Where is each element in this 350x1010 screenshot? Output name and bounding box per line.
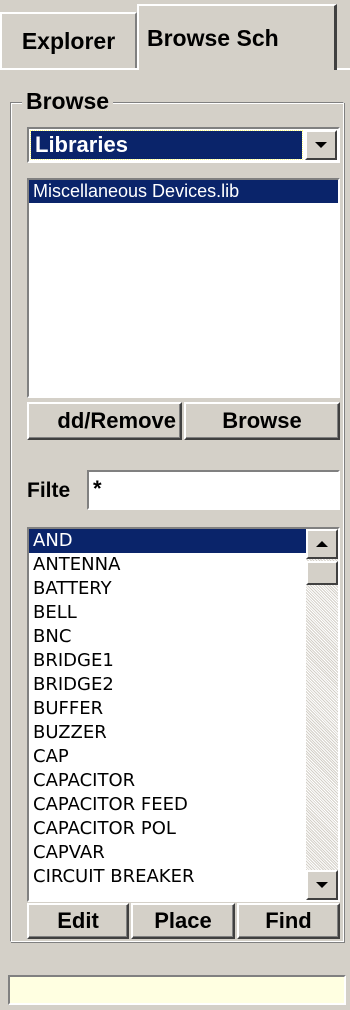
- tab-divider-right: [337, 68, 350, 70]
- place-button-label: Place: [154, 908, 212, 933]
- list-item[interactable]: BELL: [29, 601, 306, 625]
- status-bar: [8, 975, 346, 1005]
- place-button[interactable]: Place: [131, 903, 235, 939]
- library-list[interactable]: Miscellaneous Devices.lib: [27, 178, 340, 398]
- arrow-down-icon: [316, 882, 328, 888]
- library-list-item[interactable]: Miscellaneous Devices.lib: [29, 180, 338, 203]
- tab-browse-sch[interactable]: Browse Sch: [137, 4, 337, 70]
- browse-group-label: Browse: [22, 86, 114, 116]
- component-list-scrollbar[interactable]: [306, 529, 338, 900]
- list-item[interactable]: BRIDGE2: [29, 673, 306, 697]
- browse-type-value[interactable]: Libraries: [30, 130, 303, 160]
- tab-divider: [0, 68, 137, 70]
- scroll-up-button[interactable]: [306, 529, 338, 559]
- list-item[interactable]: ANTENNA: [29, 553, 306, 577]
- list-item[interactable]: AND: [29, 529, 306, 553]
- list-item[interactable]: BRIDGE1: [29, 649, 306, 673]
- component-list-items: AND ANTENNA BATTERY BELL BNC BRIDGE1 BRI…: [29, 529, 306, 889]
- panel-tabs: Explorer Browse Sch: [0, 0, 350, 70]
- filter-input[interactable]: *: [87, 470, 340, 510]
- component-list[interactable]: AND ANTENNA BATTERY BELL BNC BRIDGE1 BRI…: [27, 527, 340, 902]
- arrow-up-icon: [316, 541, 328, 547]
- find-button-label: Find: [265, 908, 312, 933]
- list-item[interactable]: CAPACITOR POL: [29, 817, 306, 841]
- tab-explorer[interactable]: Explorer: [0, 12, 137, 68]
- find-button[interactable]: Find: [237, 903, 340, 939]
- scroll-thumb[interactable]: [306, 561, 338, 585]
- list-item[interactable]: CAPVAR: [29, 841, 306, 865]
- list-item[interactable]: BATTERY: [29, 577, 306, 601]
- browse-type-select[interactable]: Libraries: [27, 127, 340, 163]
- add-remove-label: dd/Remove: [57, 408, 176, 433]
- list-item[interactable]: CAP: [29, 745, 306, 769]
- edit-button-label: Edit: [57, 908, 99, 933]
- scroll-down-button[interactable]: [306, 870, 338, 900]
- browse-button[interactable]: Browse: [184, 402, 340, 440]
- chevron-down-icon: [315, 142, 327, 148]
- dropdown-button[interactable]: [305, 130, 337, 160]
- list-item[interactable]: CAPACITOR: [29, 769, 306, 793]
- list-item[interactable]: CAPACITOR FEED: [29, 793, 306, 817]
- filter-label: Filte: [27, 479, 71, 502]
- list-item[interactable]: CIRCUIT BREAKER: [29, 865, 306, 889]
- list-item[interactable]: BUFFER: [29, 697, 306, 721]
- list-item[interactable]: BNC: [29, 625, 306, 649]
- list-item[interactable]: BUZZER: [29, 721, 306, 745]
- add-remove-button[interactable]: dd/Remove: [27, 402, 182, 440]
- browse-button-label: Browse: [222, 408, 302, 433]
- edit-button[interactable]: Edit: [27, 903, 129, 939]
